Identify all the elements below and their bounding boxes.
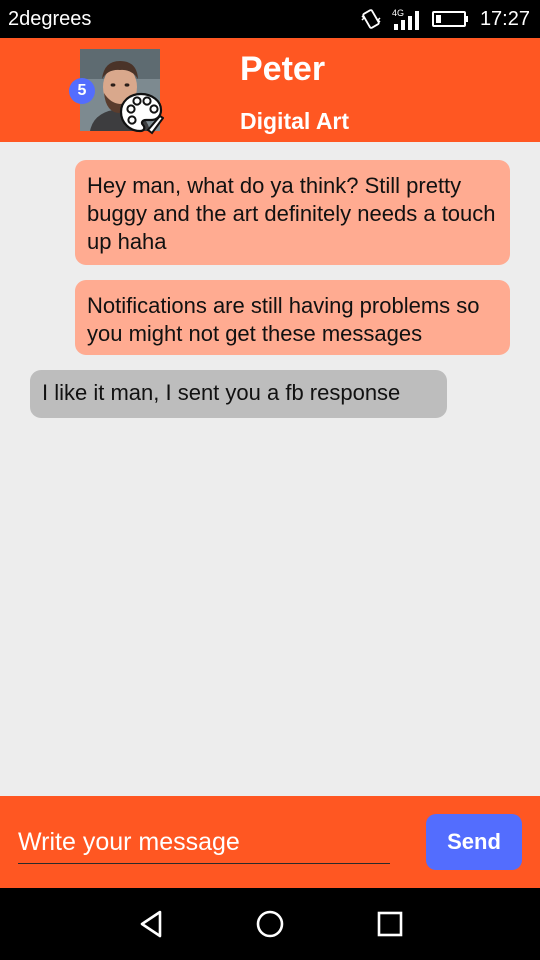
message-input[interactable] xyxy=(18,822,390,864)
system-nav-bar xyxy=(0,888,540,960)
send-button[interactable]: Send xyxy=(426,814,522,870)
message-bubble-sent[interactable]: Hey man, what do ya think? Still pretty … xyxy=(75,160,510,265)
chat-header: 5 Peter Digital Art xyxy=(0,38,540,142)
back-icon[interactable] xyxy=(134,906,170,942)
palette-icon xyxy=(119,92,164,135)
recents-icon[interactable] xyxy=(372,906,408,942)
status-bar: 2degrees 4G 17:27 xyxy=(0,0,540,38)
battery-icon xyxy=(431,11,468,27)
status-icons: 4G 17:27 xyxy=(360,6,530,32)
contact-subtitle: Digital Art xyxy=(240,108,350,134)
network-type: 4G xyxy=(392,8,404,18)
vibrate-icon xyxy=(361,9,381,29)
message-bubble-sent[interactable]: Notifications are still having problems … xyxy=(75,280,510,355)
signal-icon: 4G xyxy=(392,8,419,30)
clock: 17:27 xyxy=(479,7,530,30)
carrier-name: 2degrees xyxy=(8,8,92,30)
contact-name: Peter xyxy=(240,50,326,88)
unread-count-badge: 5 xyxy=(69,78,95,104)
message-list[interactable]: Hey man, what do ya think? Still pretty … xyxy=(0,142,540,796)
home-icon[interactable] xyxy=(252,906,288,942)
message-bubble-received[interactable]: I like it man, I sent you a fb response xyxy=(30,370,447,418)
message-composer: Send xyxy=(0,796,540,888)
